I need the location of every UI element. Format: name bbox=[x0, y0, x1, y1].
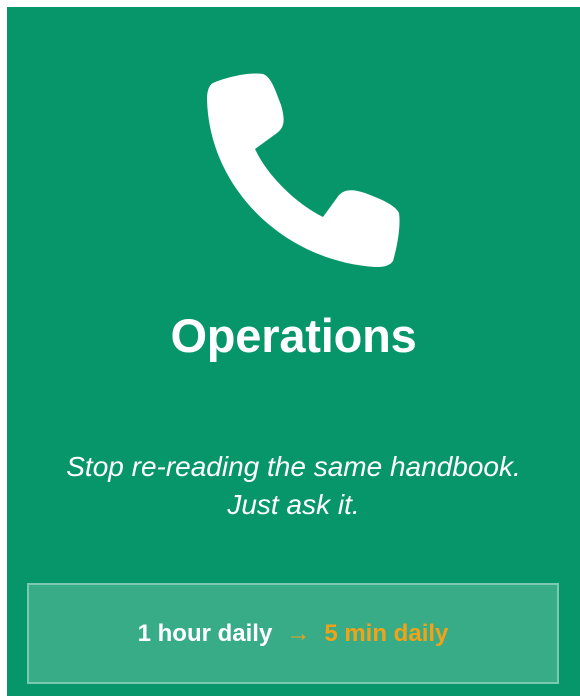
metric-before: 1 hour daily bbox=[137, 619, 273, 647]
card-subtitle: Stop re-reading the same handbook. Just … bbox=[7, 448, 580, 524]
metric-after: 5 min daily bbox=[324, 619, 449, 647]
subtitle-line-2: Just ask it. bbox=[227, 489, 360, 520]
subtitle-line-1: Stop re-reading the same handbook. bbox=[66, 451, 521, 482]
operations-card: Operations Stop re-reading the same hand… bbox=[7, 7, 580, 696]
arrow-right-icon: → bbox=[286, 619, 311, 647]
phone-icon bbox=[205, 71, 401, 267]
card-title: Operations bbox=[170, 309, 417, 362]
time-savings-metric: 1 hour daily → 5 min daily bbox=[27, 583, 559, 684]
